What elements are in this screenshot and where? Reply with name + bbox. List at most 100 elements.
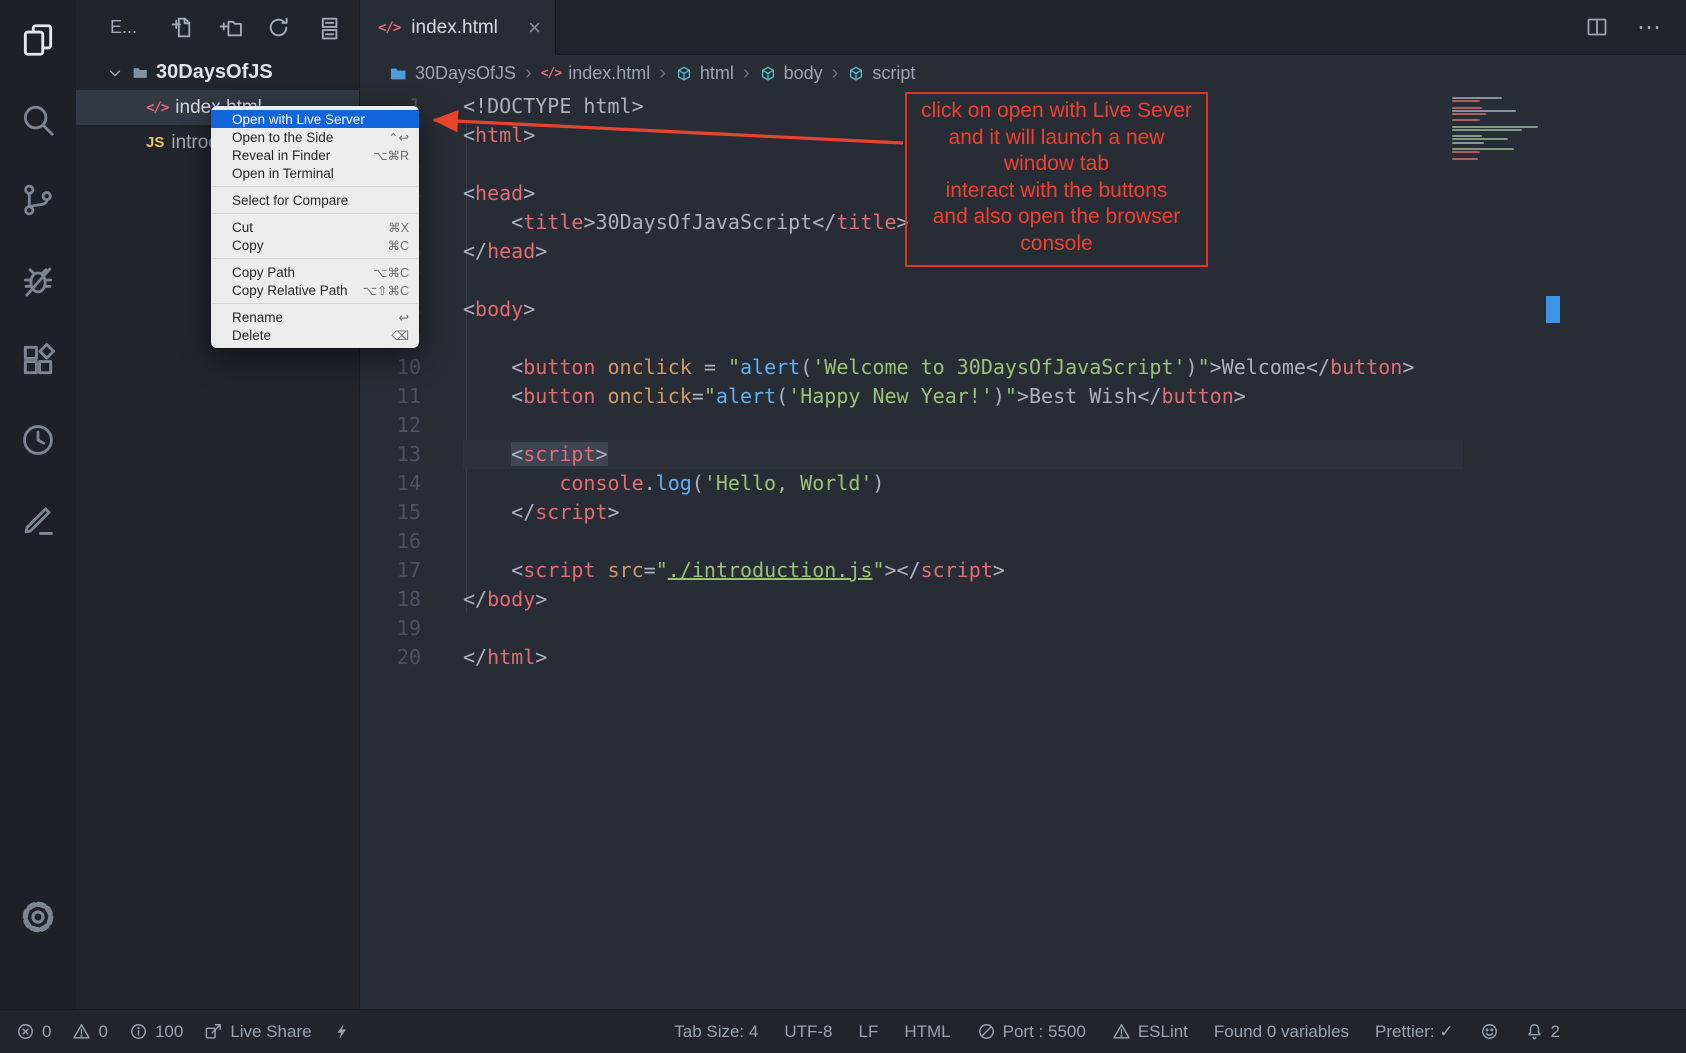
status-0[interactable]: 0: [16, 1022, 51, 1042]
breadcrumb-item-index-html[interactable]: </>index.html: [541, 63, 651, 84]
new-file-icon[interactable]: [170, 15, 195, 40]
status-lf[interactable]: LF: [859, 1022, 879, 1042]
code-line-18[interactable]: 18</body>: [360, 585, 1686, 614]
code-line-17[interactable]: 17 <script src="./introduction.js"></scr…: [360, 556, 1686, 585]
code-line-20[interactable]: 20</html>: [360, 643, 1686, 672]
code-line-8[interactable]: 8<body>: [360, 295, 1686, 324]
folder-icon: [131, 64, 149, 82]
status-2[interactable]: 2: [1525, 1022, 1560, 1042]
status-port-5500[interactable]: Port : 5500: [977, 1022, 1086, 1042]
menu-separator: [212, 186, 418, 187]
source-control-icon[interactable]: [18, 180, 58, 220]
menu-item-open-in-terminal[interactable]: Open in Terminal: [211, 164, 419, 182]
folder-root-30daysofjs[interactable]: 30DaysOfJS: [76, 55, 359, 90]
breadcrumb-item-body[interactable]: body: [759, 63, 823, 84]
status-smiley[interactable]: [1480, 1022, 1499, 1041]
js-file-icon: JS: [146, 134, 164, 151]
status-left: 0 0 100 Live Share: [16, 1022, 352, 1042]
html-file-icon: </>: [541, 66, 561, 81]
menu-item-cut[interactable]: Cut⌘X: [211, 218, 419, 236]
annotation-line: console: [909, 231, 1204, 258]
code-line-10[interactable]: 10 <button onclick = "alert('Welcome to …: [360, 353, 1686, 382]
context-menu: Open with Live ServerOpen to the Side⌃↩R…: [211, 106, 419, 348]
annotation-line: click on open with Live Sever: [909, 98, 1204, 125]
breadcrumb-separator: ›: [743, 62, 750, 85]
code-line-9[interactable]: 9: [360, 324, 1686, 353]
menu-separator: [212, 303, 418, 304]
search-icon[interactable]: [18, 100, 58, 140]
html-file-icon: </>: [378, 20, 400, 36]
status-prettier-[interactable]: Prettier: ✓: [1375, 1022, 1453, 1042]
annotation-line: window tab: [909, 151, 1204, 178]
line-number: 16: [360, 527, 421, 556]
tab-bar: </> index.html × ⋯: [360, 0, 1686, 55]
code-line-12[interactable]: 12: [360, 411, 1686, 440]
menu-item-open-to-the-side[interactable]: Open to the Side⌃↩: [211, 128, 419, 146]
status-eslint[interactable]: ESLint: [1112, 1022, 1188, 1042]
line-number: 17: [360, 556, 421, 585]
symbol-cube-icon: [847, 65, 865, 83]
html-file-icon: </>: [146, 100, 168, 116]
status-tab-size-4[interactable]: Tab Size: 4: [674, 1022, 758, 1042]
status-html[interactable]: HTML: [904, 1022, 950, 1042]
code-line-7[interactable]: 7: [360, 266, 1686, 295]
symbol-cube-icon: [675, 65, 693, 83]
code-line-19[interactable]: 19: [360, 614, 1686, 643]
status-bar: 0 0 100 Live Share Tab Size: 4 UTF-8 LF HTML Po…: [0, 1009, 1686, 1053]
tab-actions: ⋯: [1585, 0, 1686, 54]
collapse-all-icon[interactable]: [314, 15, 339, 40]
code-line-11[interactable]: 11 <button onclick="alert('Happy New Yea…: [360, 382, 1686, 411]
live-share-icon: [204, 1022, 223, 1041]
breadcrumb-item-30daysofjs[interactable]: 30DaysOfJS: [388, 63, 516, 84]
breadcrumb-item-script[interactable]: script: [847, 63, 915, 84]
close-icon[interactable]: ×: [528, 17, 541, 39]
menu-item-delete[interactable]: Delete⌫: [211, 326, 419, 344]
feedback-icon[interactable]: [18, 500, 58, 540]
line-number: 15: [360, 498, 421, 527]
vscode-window: E... 30DaysOfJS </>index.htmlJSintroduct…: [0, 0, 1686, 1053]
status-live-share[interactable]: Live Share: [204, 1022, 311, 1042]
breadcrumb-separator: ›: [659, 62, 666, 85]
code-line-15[interactable]: 15 </script>: [360, 498, 1686, 527]
annotation-line: interact with the buttons: [909, 178, 1204, 205]
chevron-down-icon: [106, 64, 124, 82]
status-100[interactable]: 100: [129, 1022, 183, 1042]
more-actions-icon[interactable]: ⋯: [1637, 13, 1662, 42]
status-lightning[interactable]: [333, 1022, 352, 1041]
code-line-13[interactable]: 13 <script>: [360, 440, 1686, 469]
menu-item-copy-relative-path[interactable]: Copy Relative Path⌥⇧⌘C: [211, 281, 419, 299]
line-number: 18: [360, 585, 421, 614]
line-number: 14: [360, 469, 421, 498]
menu-separator: [212, 213, 418, 214]
new-folder-icon[interactable]: [218, 15, 243, 40]
eslint-icon: [1112, 1022, 1131, 1041]
menu-item-copy-path[interactable]: Copy Path⌥⌘C: [211, 263, 419, 281]
annotation-line: and it will launch a new: [909, 125, 1204, 152]
menu-item-copy[interactable]: Copy⌘C: [211, 236, 419, 254]
minimap[interactable]: [1452, 97, 1544, 161]
settings-icon[interactable]: [18, 897, 58, 937]
explorer-icon[interactable]: [18, 20, 58, 60]
folder-root-label: 30DaysOfJS: [156, 61, 273, 84]
status-0[interactable]: 0: [72, 1022, 107, 1042]
extensions-icon[interactable]: [18, 340, 58, 380]
menu-item-rename[interactable]: Rename↩: [211, 308, 419, 326]
run-debug-icon[interactable]: [18, 260, 58, 300]
status-found-0-variables[interactable]: Found 0 variables: [1214, 1022, 1349, 1042]
tab-title: index.html: [411, 17, 498, 39]
annotation-line: and also open the browser: [909, 204, 1204, 231]
history-icon[interactable]: [18, 420, 58, 460]
code-line-14[interactable]: 14 console.log('Hello, World'): [360, 469, 1686, 498]
tab-index-html[interactable]: </> index.html ×: [360, 0, 556, 55]
refresh-icon[interactable]: [266, 15, 291, 40]
overview-ruler-mark: [1546, 296, 1560, 323]
breadcrumb-separator: ›: [525, 62, 532, 85]
breadcrumb-item-html[interactable]: html: [675, 63, 734, 84]
line-number: 13: [360, 440, 421, 469]
menu-item-select-for-compare[interactable]: Select for Compare: [211, 191, 419, 209]
split-editor-icon[interactable]: [1585, 15, 1609, 39]
status-utf-8[interactable]: UTF-8: [784, 1022, 832, 1042]
code-line-16[interactable]: 16: [360, 527, 1686, 556]
menu-item-open-with-live-server[interactable]: Open with Live Server: [211, 110, 419, 128]
menu-item-reveal-in-finder[interactable]: Reveal in Finder⌥⌘R: [211, 146, 419, 164]
